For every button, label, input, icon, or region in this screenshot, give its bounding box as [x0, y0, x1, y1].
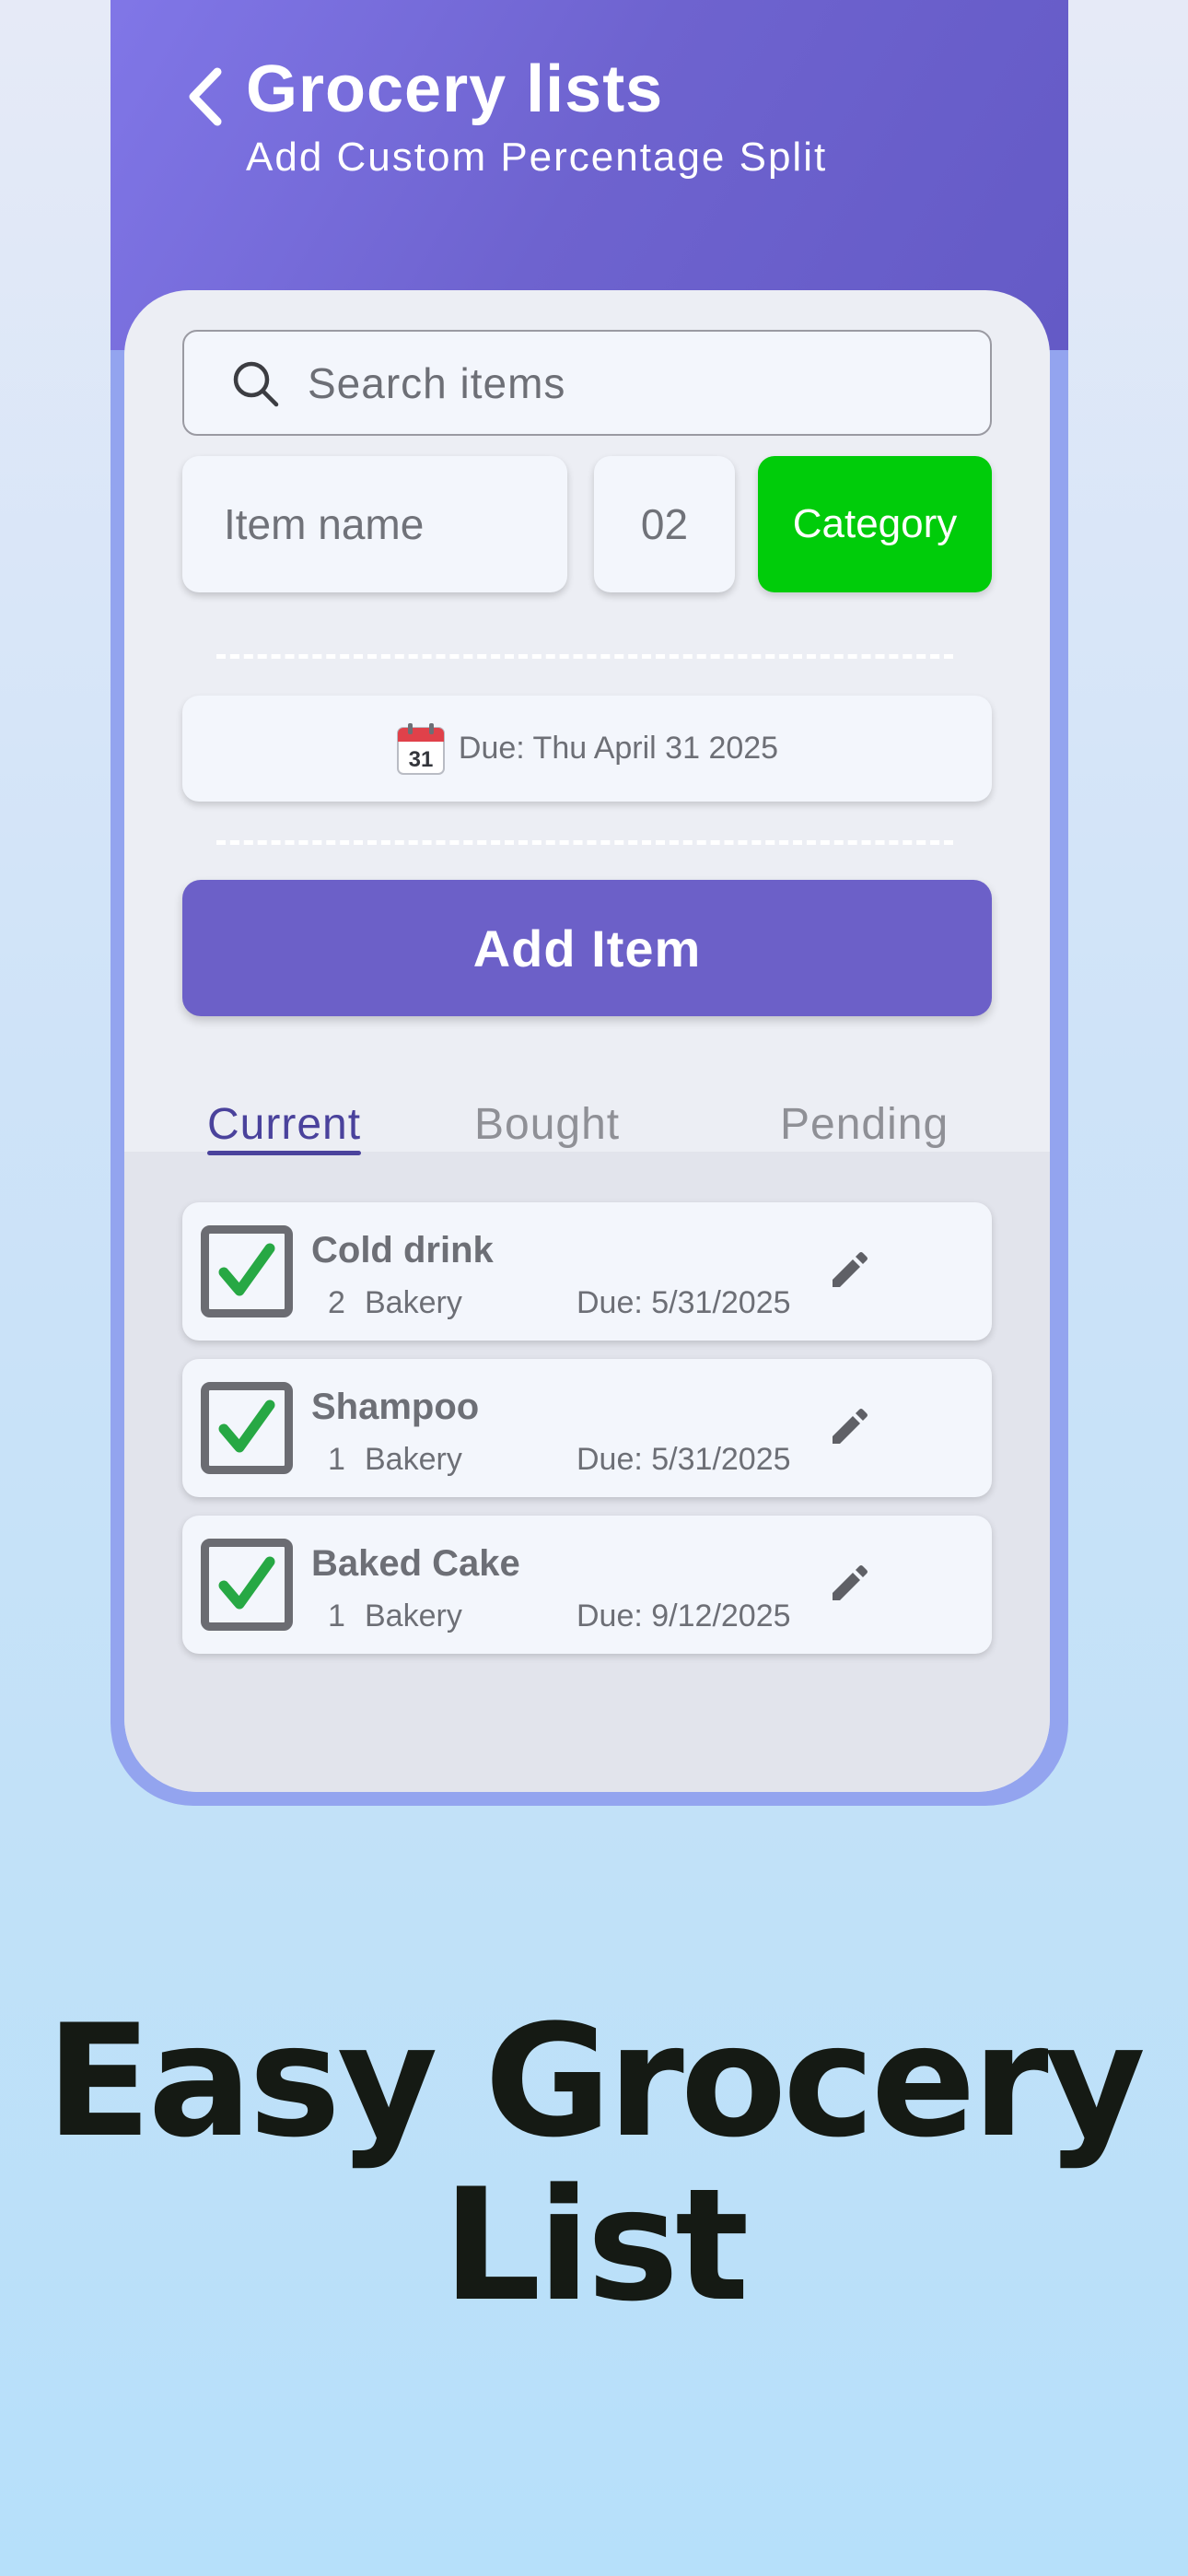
divider: [216, 654, 953, 659]
item-checkbox[interactable]: [201, 1382, 293, 1474]
page-subtitle: Add Custom Percentage Split: [246, 135, 828, 180]
item-category: Bakery: [365, 1285, 462, 1320]
list-item[interactable]: Shampoo 1 Bakery Due: 5/31/2025: [182, 1359, 992, 1497]
check-icon: [218, 1243, 275, 1296]
list-item[interactable]: Baked Cake 1 Bakery Due: 9/12/2025: [182, 1516, 992, 1654]
item-due-date: Due: 5/31/2025: [577, 1285, 791, 1320]
calendar-icon: 31: [396, 722, 445, 775]
item-due-date: Due: 5/31/2025: [577, 1442, 791, 1477]
back-icon[interactable]: [184, 64, 225, 129]
due-date-label: Due: Thu April 31 2025: [458, 731, 779, 766]
item-quantity: 1: [328, 1598, 345, 1633]
check-icon: [218, 1556, 275, 1610]
item-due-date: Due: 9/12/2025: [577, 1598, 791, 1633]
tab-current[interactable]: Current: [207, 1099, 362, 1155]
edit-icon[interactable]: [827, 1248, 871, 1293]
item-quantity: 2: [328, 1285, 345, 1320]
item-quantity: 1: [328, 1442, 345, 1477]
item-checkbox[interactable]: [201, 1539, 293, 1631]
item-name: Baked Cake: [311, 1543, 520, 1584]
phone-frame: Grocery lists Add Custom Percentage Spli…: [111, 0, 1068, 1806]
quantity-field[interactable]: 02: [594, 456, 735, 592]
item-checkbox[interactable]: [201, 1225, 293, 1317]
page-title: Grocery lists: [246, 53, 664, 126]
search-input[interactable]: Search items: [182, 330, 992, 436]
tab-bought[interactable]: Bought: [474, 1099, 620, 1150]
search-icon: [233, 361, 279, 406]
item-category: Bakery: [365, 1442, 462, 1477]
due-date-picker[interactable]: 31 Due: Thu April 31 2025: [182, 696, 992, 802]
svg-text:31: 31: [409, 747, 434, 772]
item-name-field[interactable]: Item name: [182, 456, 567, 592]
tab-current-label: Current: [207, 1100, 362, 1149]
add-item-button[interactable]: Add Item: [182, 880, 992, 1016]
content-card: Search items Item name 02 Category 31 Du…: [124, 290, 1050, 1792]
edit-icon[interactable]: [827, 1562, 871, 1606]
list-item[interactable]: Cold drink 2 Bakery Due: 5/31/2025: [182, 1202, 992, 1341]
tab-active-indicator: [207, 1151, 362, 1155]
promo-headline-line1: Easy Grocery: [45, 1991, 1146, 2172]
tab-pending[interactable]: Pending: [780, 1099, 949, 1150]
check-icon: [218, 1399, 275, 1453]
item-name: Cold drink: [311, 1230, 494, 1270]
divider: [216, 840, 953, 845]
search-placeholder: Search items: [308, 358, 566, 407]
promo-headline: Easy Grocery List: [0, 1999, 1188, 2327]
category-button[interactable]: Category: [758, 456, 992, 592]
promo-headline-line2: List: [442, 2155, 750, 2336]
item-category: Bakery: [365, 1598, 462, 1633]
edit-icon[interactable]: [827, 1405, 871, 1449]
item-name: Shampoo: [311, 1387, 480, 1427]
